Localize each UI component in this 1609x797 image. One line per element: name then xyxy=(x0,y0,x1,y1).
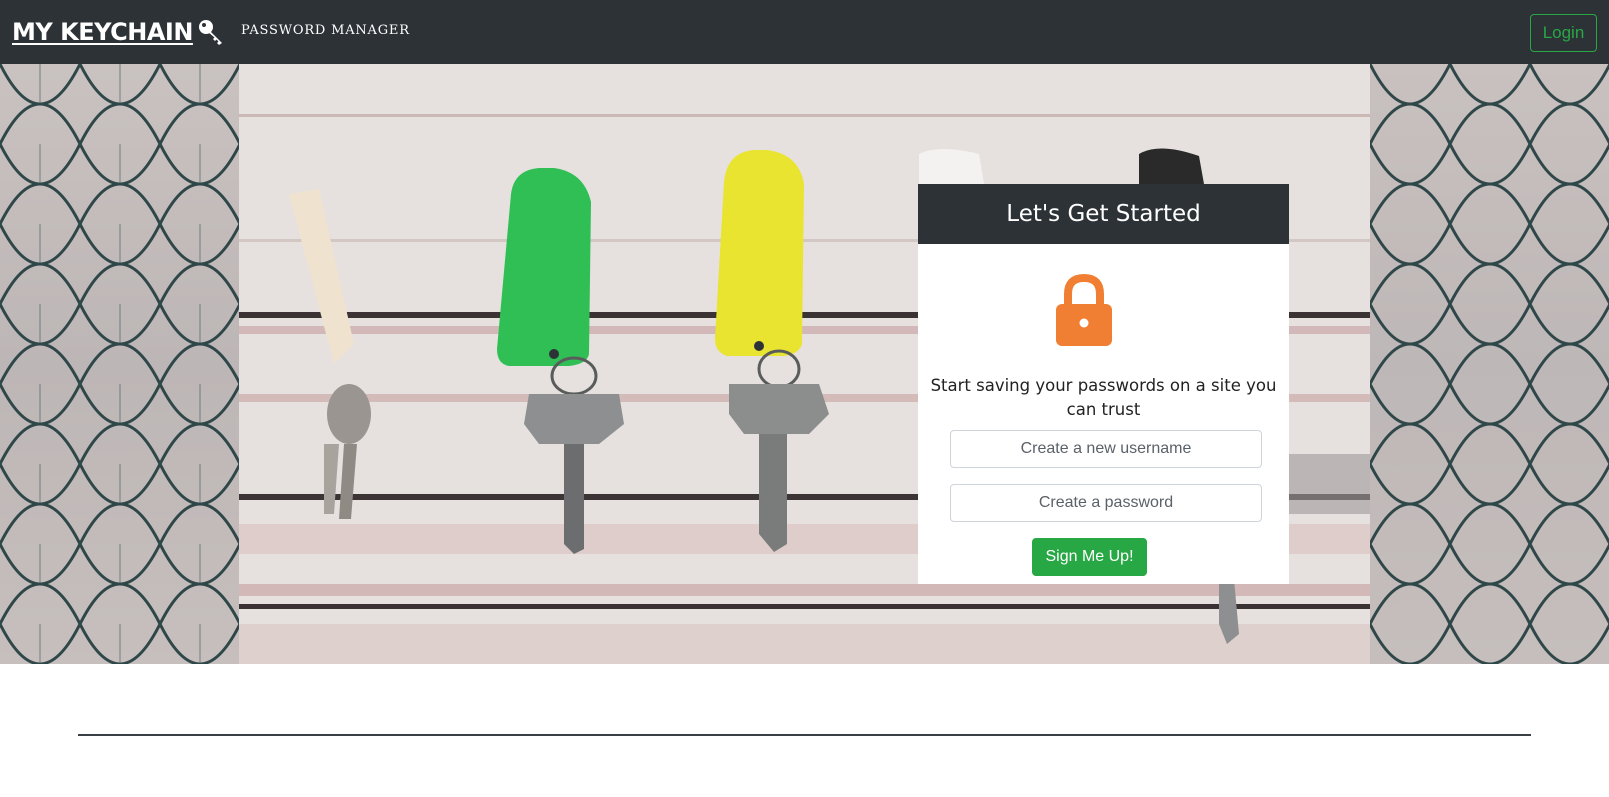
username-input[interactable] xyxy=(950,430,1262,468)
brand-name[interactable]: MY KEYCHAIN xyxy=(12,18,193,46)
lock-icon xyxy=(1056,273,1112,346)
fence-background-left xyxy=(0,64,239,664)
hero-section: Let's Get Started Start saving your pass… xyxy=(0,64,1609,664)
signup-card: Let's Get Started Start saving your pass… xyxy=(918,184,1289,584)
sign-up-button[interactable]: Sign Me Up! xyxy=(1032,538,1147,576)
fence-background-right xyxy=(1370,64,1609,664)
tagline: PASSWORD MANAGER xyxy=(241,23,410,38)
key-icon xyxy=(198,20,222,45)
divider xyxy=(78,734,1531,736)
card-title: Let's Get Started xyxy=(1006,201,1201,227)
card-description: Start saving your passwords on a site yo… xyxy=(930,376,1277,419)
password-input[interactable] xyxy=(950,484,1262,522)
navbar: MY KEYCHAIN PASSWORD MANAGER Login xyxy=(0,0,1609,64)
card-header: Let's Get Started xyxy=(918,184,1289,244)
brand[interactable]: MY KEYCHAIN xyxy=(12,16,225,48)
login-button[interactable]: Login xyxy=(1530,14,1597,52)
